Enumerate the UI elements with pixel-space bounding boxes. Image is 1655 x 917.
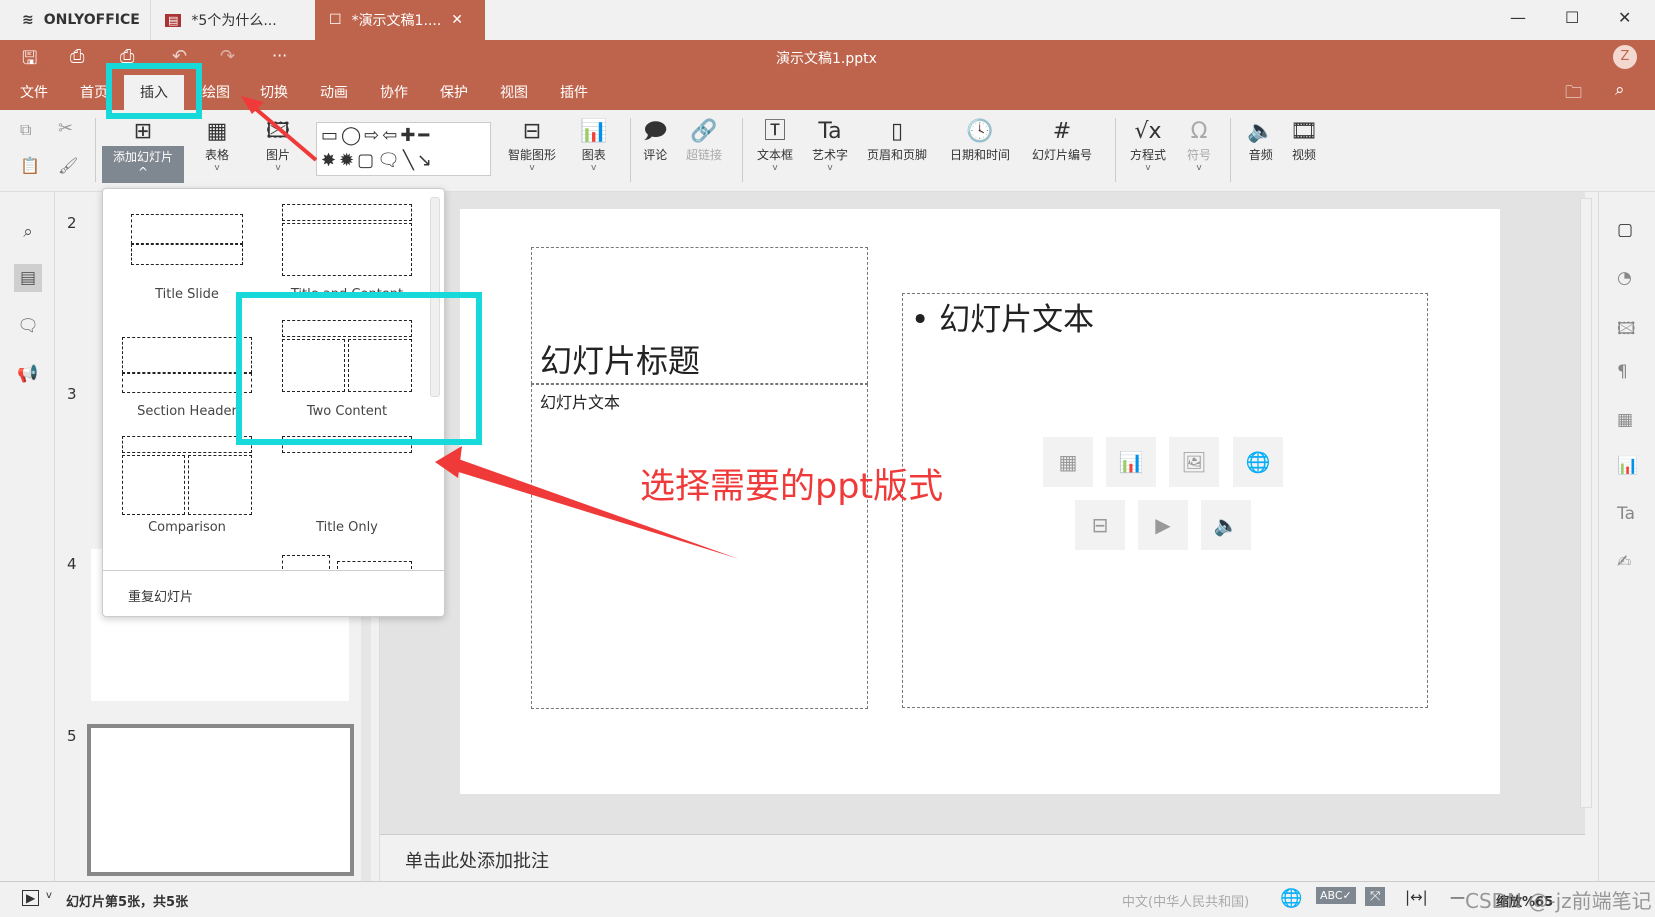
- annotation-text: 选择需要的ppt版式: [640, 467, 944, 507]
- arrowhead: [435, 446, 462, 478]
- arrow-to-insert: [248, 102, 318, 162]
